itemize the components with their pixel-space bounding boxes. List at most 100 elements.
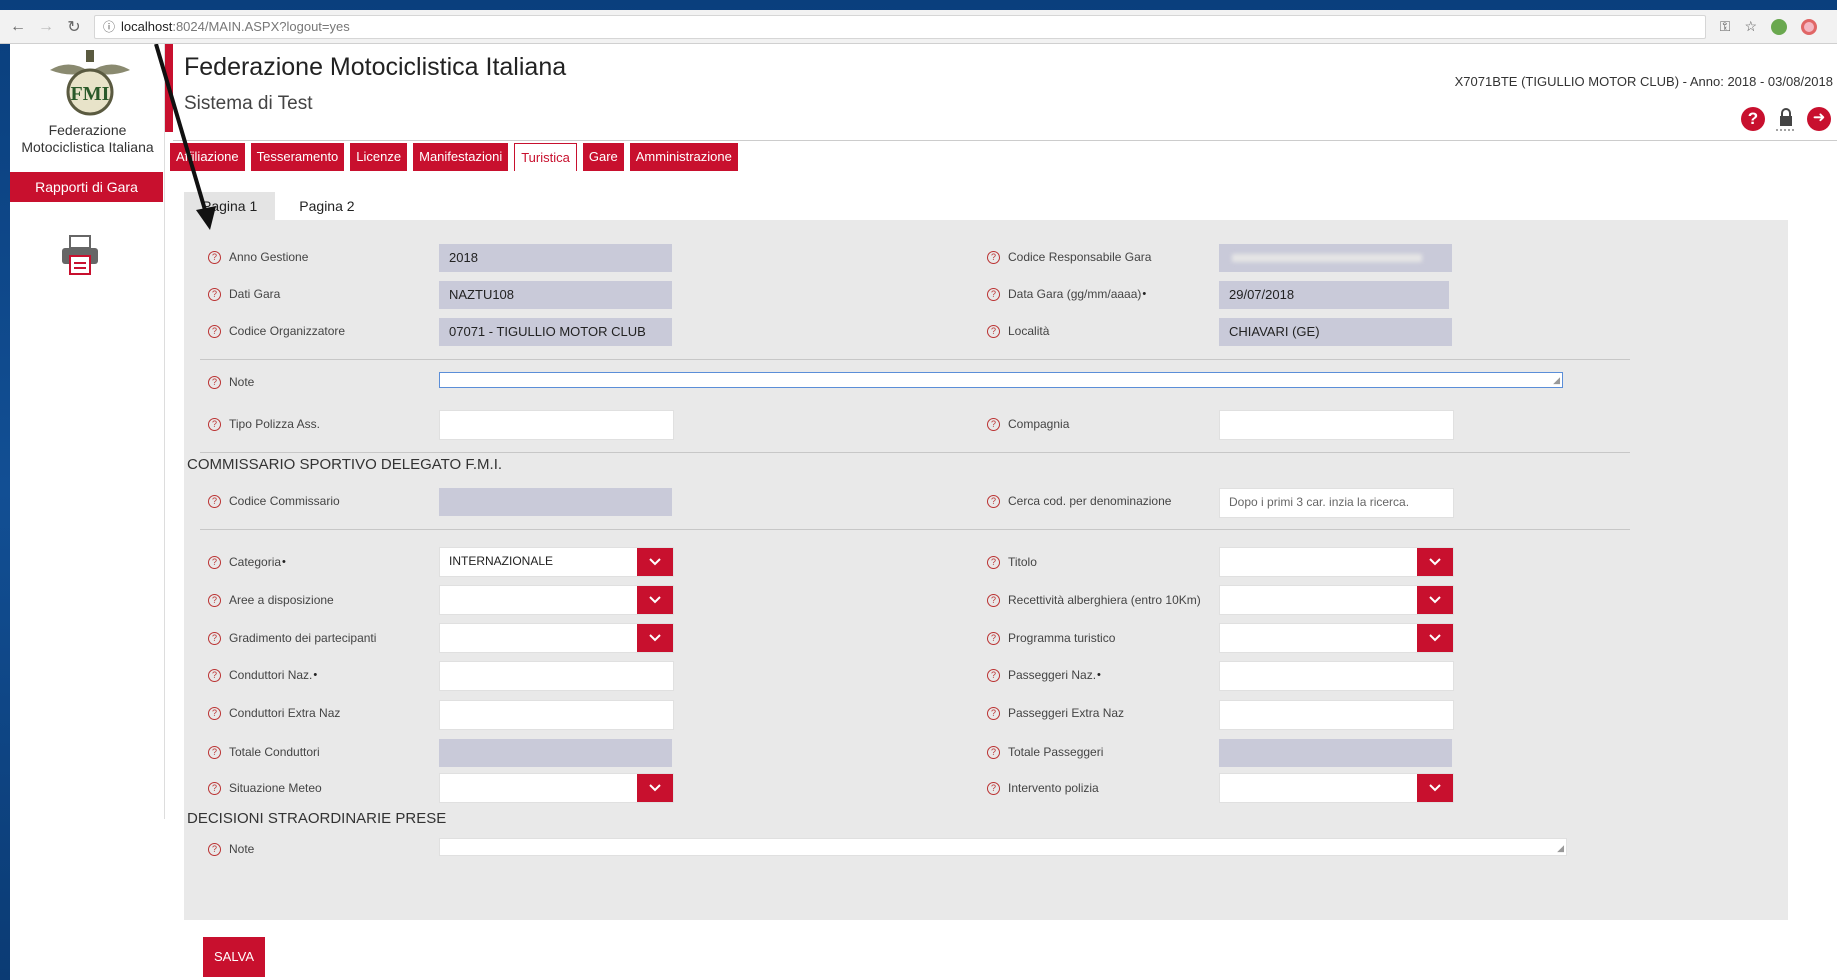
lock-icon[interactable] (1773, 106, 1799, 132)
section-decisioni: DECISIONI STRAORDINARIE PRESE (187, 810, 447, 827)
help-icon[interactable]: ? (987, 631, 1000, 645)
help-icon[interactable]: ? (208, 555, 221, 569)
help-icon[interactable]: ? (208, 375, 221, 389)
label-passeggeri-naz: ? Passeggeri Naz. • (987, 668, 1101, 682)
aree-select[interactable] (439, 585, 674, 615)
decisioni-note-textarea[interactable]: ◢ (439, 838, 1567, 856)
label-note-decisioni: ? Note (208, 842, 254, 856)
chevron-down-icon[interactable] (637, 586, 673, 614)
redacted-value (1232, 254, 1422, 262)
tab-turistica[interactable]: Turistica (514, 143, 577, 171)
chevron-down-icon[interactable] (1417, 774, 1453, 802)
label-note: ? Note (208, 375, 254, 389)
conduttori-extra-input[interactable] (439, 700, 674, 730)
categoria-select[interactable]: INTERNAZIONALE (439, 547, 674, 577)
forward-icon[interactable]: → (36, 18, 56, 36)
passeggeri-naz-input[interactable] (1219, 661, 1454, 691)
help-icon[interactable]: ? (208, 494, 221, 508)
help-icon[interactable]: ? (208, 593, 221, 607)
codice-organizzatore-field: 07071 - TIGULLIO MOTOR CLUB (439, 318, 672, 346)
cerca-denominazione-input[interactable]: Dopo i primi 3 car. inzia la ricerca. (1219, 488, 1454, 518)
help-icon[interactable]: ? (987, 668, 1000, 682)
tipo-polizza-input[interactable] (439, 410, 674, 440)
gradimento-select[interactable] (439, 623, 674, 653)
help-icon[interactable]: ? (208, 631, 221, 645)
label-programma: ? Programma turistico (987, 631, 1115, 645)
help-icon[interactable]: ? (987, 287, 1000, 301)
resize-grip-icon[interactable]: ◢ (1553, 375, 1560, 386)
sidebar-item-rapporti[interactable]: Rapporti di Gara (10, 172, 163, 202)
key-icon[interactable]: ⚿ (1720, 18, 1731, 35)
help-icon[interactable]: ? (987, 417, 1000, 431)
section-commissario: COMMISSARIO SPORTIVO DELEGATO F.M.I. (187, 456, 503, 473)
compagnia-input[interactable] (1219, 410, 1454, 440)
resize-grip-icon[interactable]: ◢ (1557, 843, 1564, 854)
dati-gara-field: NAZTU108 (439, 281, 672, 309)
chevron-down-icon[interactable] (637, 624, 673, 652)
codice-commissario-field (439, 488, 672, 516)
star-icon[interactable]: ☆ (1744, 18, 1757, 35)
meteo-select[interactable] (439, 773, 674, 803)
label-codice-organizzatore: ? Codice Organizzatore (208, 324, 345, 338)
help-icon[interactable]: ? (208, 417, 221, 431)
info-icon: ⓘ (103, 20, 116, 34)
help-icon[interactable]: ? (208, 324, 221, 338)
back-icon[interactable]: ← (8, 18, 28, 36)
programma-select[interactable] (1219, 623, 1454, 653)
label-aree: ? Aree a disposizione (208, 593, 334, 607)
help-icon[interactable]: ? (987, 706, 1000, 720)
chevron-down-icon[interactable] (1417, 624, 1453, 652)
chevron-down-icon[interactable] (1417, 548, 1453, 576)
chevron-down-icon[interactable] (1417, 586, 1453, 614)
data-gara-field[interactable]: 29/07/2018 (1219, 281, 1449, 309)
tab-pagina-2[interactable]: Pagina 2 (281, 192, 373, 220)
totale-passeggeri-field (1219, 739, 1452, 767)
chevron-down-icon[interactable] (637, 774, 673, 802)
help-icon[interactable]: ? (987, 494, 1000, 508)
tab-manifestazioni[interactable]: Manifestazioni (413, 143, 509, 171)
address-bar[interactable]: ⓘ localhost:8024/MAIN.ASPX?logout=yes (94, 14, 1706, 39)
help-icon[interactable]: ? (208, 781, 221, 795)
help-icon[interactable]: ? (987, 745, 1000, 759)
help-icon[interactable]: ? (208, 706, 221, 720)
label-titolo: ? Titolo (987, 555, 1037, 569)
chevron-down-icon[interactable] (637, 548, 673, 576)
recettivita-select[interactable] (1219, 585, 1454, 615)
help-icon[interactable]: ? (987, 593, 1000, 607)
label-meteo: ? Situazione Meteo (208, 781, 322, 795)
logout-icon[interactable]: ➜ (1807, 107, 1831, 131)
help-icon[interactable]: ? (987, 555, 1000, 569)
help-icon[interactable]: ? (208, 745, 221, 759)
help-icon[interactable]: ? (208, 668, 221, 682)
tab-licenze[interactable]: Licenze (350, 143, 408, 171)
extension-icon[interactable] (1801, 18, 1817, 35)
save-button[interactable]: SALVA (203, 937, 265, 977)
label-categoria: ? Categoria • (208, 555, 286, 569)
label-compagnia: ? Compagnia (987, 417, 1069, 431)
help-icon[interactable]: ? (208, 250, 221, 264)
user-info: X7071BTE (TIGULLIO MOTOR CLUB) - Anno: 2… (1454, 74, 1833, 89)
label-codice-responsabile: ? Codice Responsabile Gara (987, 250, 1151, 264)
tab-tesseramento[interactable]: Tesseramento (250, 143, 345, 171)
form-panel: ? Anno Gestione 2018 ? Codice Responsabile… (184, 220, 1788, 809)
polizia-select[interactable] (1219, 773, 1454, 803)
totale-conduttori-field (439, 739, 672, 767)
conduttori-naz-input[interactable] (439, 661, 674, 691)
label-anno-gestione: ? Anno Gestione (208, 250, 308, 264)
help-icon[interactable]: ? (987, 781, 1000, 795)
help-icon[interactable]: ? (208, 287, 221, 301)
help-icon[interactable]: ? (208, 842, 221, 856)
label-polizia: ? Intervento polizia (987, 781, 1099, 795)
tab-gare[interactable]: Gare (582, 143, 624, 171)
help-icon[interactable]: ? (987, 324, 1000, 338)
note-textarea[interactable]: ◢ (439, 372, 1563, 388)
codice-responsabile-field (1219, 244, 1452, 272)
titolo-select[interactable] (1219, 547, 1454, 577)
reload-icon[interactable]: ↻ (64, 17, 84, 37)
extension-icon[interactable] (1771, 18, 1787, 35)
tab-amministrazione[interactable]: Amministrazione (629, 143, 738, 171)
help-icon[interactable]: ? (987, 250, 1000, 264)
passeggeri-extra-input[interactable] (1219, 700, 1454, 730)
help-icon[interactable]: ? (1741, 107, 1765, 131)
printer-icon[interactable] (60, 234, 100, 276)
